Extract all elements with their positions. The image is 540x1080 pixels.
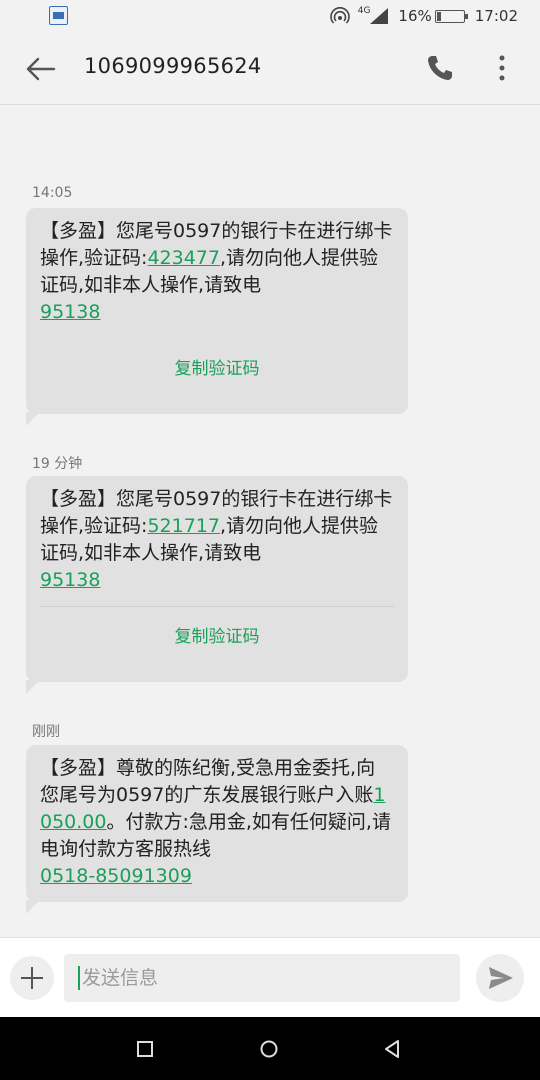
message-input-placeholder: 发送信息: [82, 967, 159, 989]
network-type: 4G: [357, 6, 371, 16]
notification-app-icon: [49, 6, 68, 25]
message-timestamp: 14:05: [32, 185, 73, 201]
more-vertical-icon[interactable]: [492, 52, 512, 84]
message-input[interactable]: 发送信息: [64, 954, 460, 1002]
message-timestamp: 刚刚: [32, 724, 60, 740]
send-button[interactable]: [476, 954, 524, 1002]
status-indicators: 4G 16% 17:02: [329, 6, 518, 26]
message-text: 【多盈】您尾号0597的银行卡在进行绑卡操作,验证码:521717,请勿向他人提…: [40, 486, 394, 594]
circle-icon[interactable]: [257, 1037, 281, 1061]
square-icon[interactable]: [133, 1037, 157, 1061]
contact-number: 1069099965624: [84, 54, 262, 78]
battery-percent: 16%: [398, 7, 432, 25]
battery-fill: [436, 11, 442, 21]
clock: 17:02: [474, 7, 518, 25]
copy-code-button[interactable]: 复制验证码: [40, 606, 394, 667]
hotspot-icon: [329, 7, 350, 24]
message-timestamp: 19 分钟: [32, 456, 83, 472]
bubble-tail: [26, 680, 40, 694]
arrow-left-icon[interactable]: [24, 54, 58, 84]
phone-link[interactable]: 95138: [40, 569, 100, 591]
bubble-tail: [26, 412, 40, 426]
message-body-start: 【多盈】尊敬的陈纪衡,受急用金委托,向您尾号为0597的广东发展银行账户入账: [40, 757, 376, 806]
verification-code-link[interactable]: 521717: [147, 515, 220, 537]
plus-icon[interactable]: [10, 956, 54, 1000]
conversation-header: 1069099965624: [0, 32, 540, 105]
verification-code-link[interactable]: 423477: [147, 247, 220, 269]
phone-link[interactable]: 0518-85091309: [40, 865, 192, 887]
compose-bar: 发送信息: [0, 937, 540, 1018]
message-text: 【多盈】您尾号0597的银行卡在进行绑卡操作,验证码:423477,请勿向他人提…: [40, 218, 394, 326]
message-text: 【多盈】尊敬的陈纪衡,受急用金委托,向您尾号为0597的广东发展银行账户入账10…: [40, 755, 394, 890]
message-bubble[interactable]: 【多盈】您尾号0597的银行卡在进行绑卡操作,验证码:521717,请勿向他人提…: [26, 476, 408, 694]
bubble-tail: [26, 900, 40, 914]
message-bubble[interactable]: 【多盈】尊敬的陈纪衡,受急用金委托,向您尾号为0597的广东发展银行账户入账10…: [26, 745, 408, 914]
phone-link[interactable]: 95138: [40, 301, 100, 323]
system-nav-bar: [0, 1017, 540, 1080]
triangle-back-icon[interactable]: [381, 1037, 405, 1061]
send-icon: [489, 967, 513, 989]
signal-icon: [370, 8, 389, 24]
text-caret: [78, 966, 80, 990]
battery-icon: [434, 9, 468, 23]
phone-icon[interactable]: [424, 52, 456, 84]
status-bar: 4G 16% 17:02: [0, 0, 540, 32]
message-bubble[interactable]: 【多盈】您尾号0597的银行卡在进行绑卡操作,验证码:423477,请勿向他人提…: [26, 208, 408, 426]
copy-code-button[interactable]: 复制验证码: [40, 340, 394, 398]
